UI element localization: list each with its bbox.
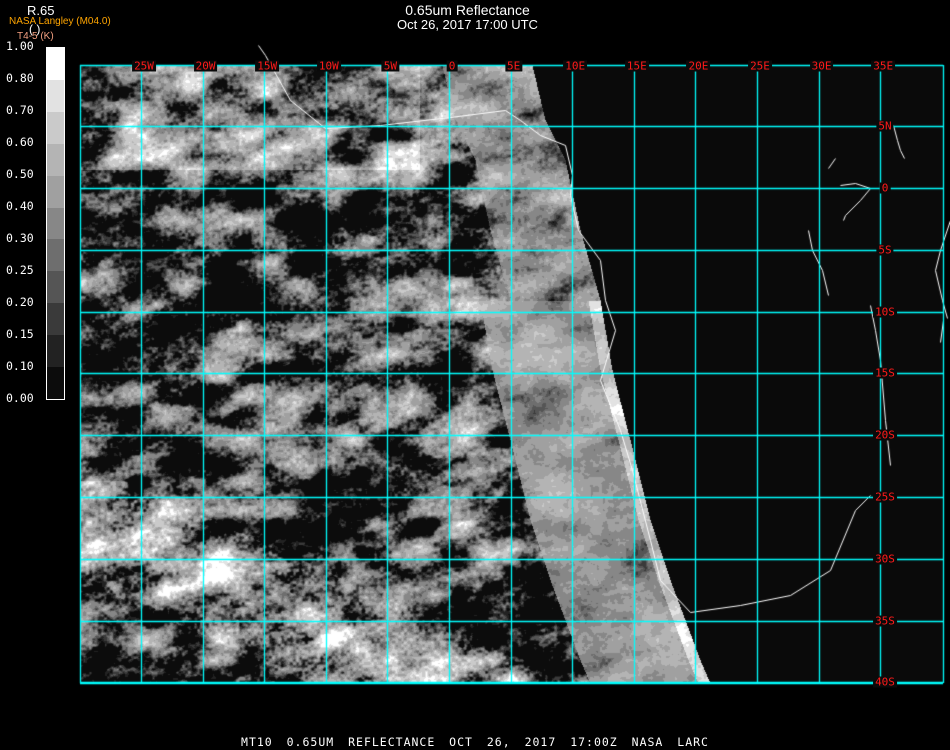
longitude-label: 5E [504, 59, 523, 73]
longitude-label: 20E [686, 59, 711, 73]
latitude-label: 25S [873, 490, 897, 504]
longitude-label: 20W [193, 59, 218, 73]
colorbar-segment [47, 48, 64, 80]
colorbar-segment [47, 335, 64, 368]
longitude-label: 15W [255, 59, 280, 73]
colorbar-segment [47, 207, 64, 240]
colorbar-tick-label: 0.80 [6, 71, 34, 85]
colorbar-tick-label: 0.15 [6, 327, 34, 341]
colorbar-segment [47, 143, 64, 176]
image-datetime: Oct 26, 2017 17:00 UTC [397, 17, 538, 32]
colorbar-segment [47, 79, 64, 112]
colorbar-tick-label: 0.60 [6, 135, 34, 149]
longitude-label: 10E [563, 59, 588, 73]
longitude-label: 15E [624, 59, 649, 73]
colorbar-tick-label: 1.00 [6, 39, 34, 53]
colorbar-tick-label: 0.20 [6, 295, 34, 309]
colorbar-tick-label: 0.00 [6, 391, 34, 405]
colorbar-tick-label: 0.10 [6, 359, 34, 373]
longitude-label: 5W [381, 59, 400, 73]
footer-caption: MT10 0.65UM REFLECTANCE OCT 26, 2017 17:… [241, 735, 709, 749]
latitude-label: 10S [873, 305, 897, 319]
latitude-label: 15S [873, 366, 897, 380]
longitude-label: 30E [809, 59, 834, 73]
longitude-label: 0 [446, 59, 458, 73]
colorbar-tick-label: 0.70 [6, 103, 34, 117]
image-title: 0.65um Reflectance [405, 2, 530, 18]
latitude-label: 30S [873, 552, 897, 566]
colorbar-segment [47, 175, 64, 208]
latitude-label: 0 [879, 181, 891, 195]
satellite-image-map[interactable] [0, 0, 950, 750]
latitude-label: 20S [873, 428, 897, 442]
latitude-label: 40S [873, 675, 897, 689]
latitude-label: 35S [873, 614, 897, 628]
colorbar-tick-label: 0.25 [6, 263, 34, 277]
colorbar [46, 47, 65, 400]
colorbar-segment [47, 271, 64, 304]
longitude-label: 25E [748, 59, 772, 73]
colorbar-segment [47, 111, 64, 144]
colorbar-segment [47, 303, 64, 336]
colorbar-segment [47, 367, 64, 399]
source-label: NASA Langley (M04.0) [9, 16, 111, 27]
longitude-label: 10W [316, 59, 341, 73]
longitude-label: 25W [132, 59, 156, 73]
colorbar-tick-label: 0.50 [6, 167, 34, 181]
longitude-label: 35E [871, 59, 896, 73]
colorbar-tick-label: 0.40 [6, 199, 34, 213]
colorbar-segment [47, 239, 64, 272]
latitude-label: 5N [876, 119, 894, 133]
colorbar-tick-label: 0.30 [6, 231, 34, 245]
latitude-label: 5S [876, 243, 894, 257]
